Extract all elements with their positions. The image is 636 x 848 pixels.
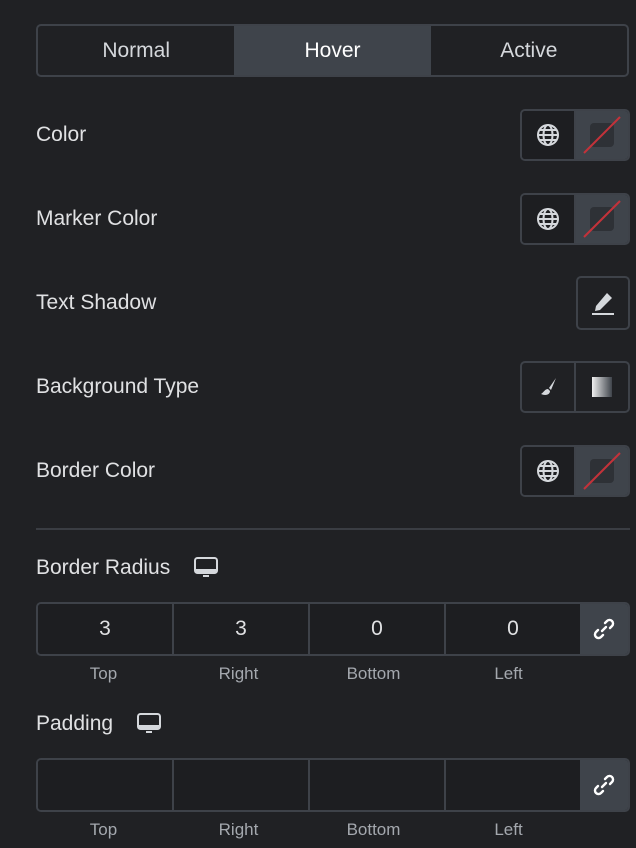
globe-icon <box>537 124 559 146</box>
state-tabs: Normal Hover Active <box>36 24 629 77</box>
globe-icon <box>537 460 559 482</box>
pencil-icon <box>592 293 614 315</box>
left-label: Left <box>494 820 523 839</box>
marker-color-control: Marker Color <box>36 192 630 246</box>
global-colors-button[interactable] <box>522 111 574 159</box>
border-color-swatch-button[interactable] <box>574 447 628 495</box>
border-radius-sublabels: Top Right Bottom Left <box>36 664 576 684</box>
background-type-control: Background Type <box>36 360 630 414</box>
border-radius-label: Border Radius <box>36 556 171 579</box>
marker-color-swatch-button[interactable] <box>574 195 628 243</box>
padding-sublabels: Top Right Bottom Left <box>36 820 576 840</box>
color-swatch-button[interactable] <box>574 111 628 159</box>
border-radius-link-button[interactable] <box>580 604 628 654</box>
no-color-swatch-icon <box>583 116 621 154</box>
left-label: Left <box>494 664 523 683</box>
background-type-label: Background Type <box>36 375 200 398</box>
bottom-label: Bottom <box>346 820 401 839</box>
desktop-icon[interactable] <box>194 557 219 579</box>
paint-brush-icon <box>541 378 556 395</box>
globe-icon <box>537 208 559 230</box>
background-gradient-button[interactable] <box>574 363 628 411</box>
text-shadow-label: Text Shadow <box>36 291 157 314</box>
border-color-label: Border Color <box>36 459 156 482</box>
link-icon <box>593 618 615 640</box>
gradient-icon <box>592 377 612 397</box>
global-colors-button[interactable] <box>522 447 574 495</box>
padding-left-input[interactable] <box>444 760 580 810</box>
border-radius-top-input[interactable]: 3 <box>38 604 172 654</box>
tab-active[interactable]: Active <box>431 26 627 75</box>
section-divider <box>36 528 630 530</box>
top-label: Top <box>89 820 118 839</box>
padding-header: Padding <box>36 712 162 736</box>
right-label: Right <box>218 820 259 839</box>
background-classic-button[interactable] <box>522 363 574 411</box>
text-shadow-edit-button[interactable] <box>576 276 630 330</box>
color-control: Color <box>36 108 630 162</box>
padding-right-input[interactable] <box>172 760 308 810</box>
padding-inputs <box>36 758 630 812</box>
marker-color-picker-group <box>520 193 630 245</box>
text-shadow-control: Text Shadow <box>36 276 630 330</box>
border-radius-bottom-input[interactable]: 0 <box>308 604 444 654</box>
no-color-swatch-icon <box>583 452 621 490</box>
color-picker-group <box>520 109 630 161</box>
background-type-group <box>520 361 630 413</box>
global-colors-button[interactable] <box>522 195 574 243</box>
color-label: Color <box>36 123 87 146</box>
padding-link-button[interactable] <box>580 760 628 810</box>
right-label: Right <box>218 664 259 683</box>
desktop-icon[interactable] <box>137 713 162 735</box>
tab-normal[interactable]: Normal <box>38 26 234 75</box>
border-radius-right-input[interactable]: 3 <box>172 604 308 654</box>
link-icon <box>593 774 615 796</box>
border-radius-left-input[interactable]: 0 <box>444 604 580 654</box>
padding-bottom-input[interactable] <box>308 760 444 810</box>
tab-hover[interactable]: Hover <box>234 26 431 75</box>
border-radius-header: Border Radius <box>36 556 219 580</box>
top-label: Top <box>89 664 118 683</box>
border-color-picker-group <box>520 445 630 497</box>
padding-label: Padding <box>36 712 114 735</box>
bottom-label: Bottom <box>346 664 401 683</box>
no-color-swatch-icon <box>583 200 621 238</box>
border-color-control: Border Color <box>36 444 630 498</box>
padding-top-input[interactable] <box>38 760 172 810</box>
border-radius-inputs: 3 3 0 0 <box>36 602 630 656</box>
marker-color-label: Marker Color <box>36 207 158 230</box>
